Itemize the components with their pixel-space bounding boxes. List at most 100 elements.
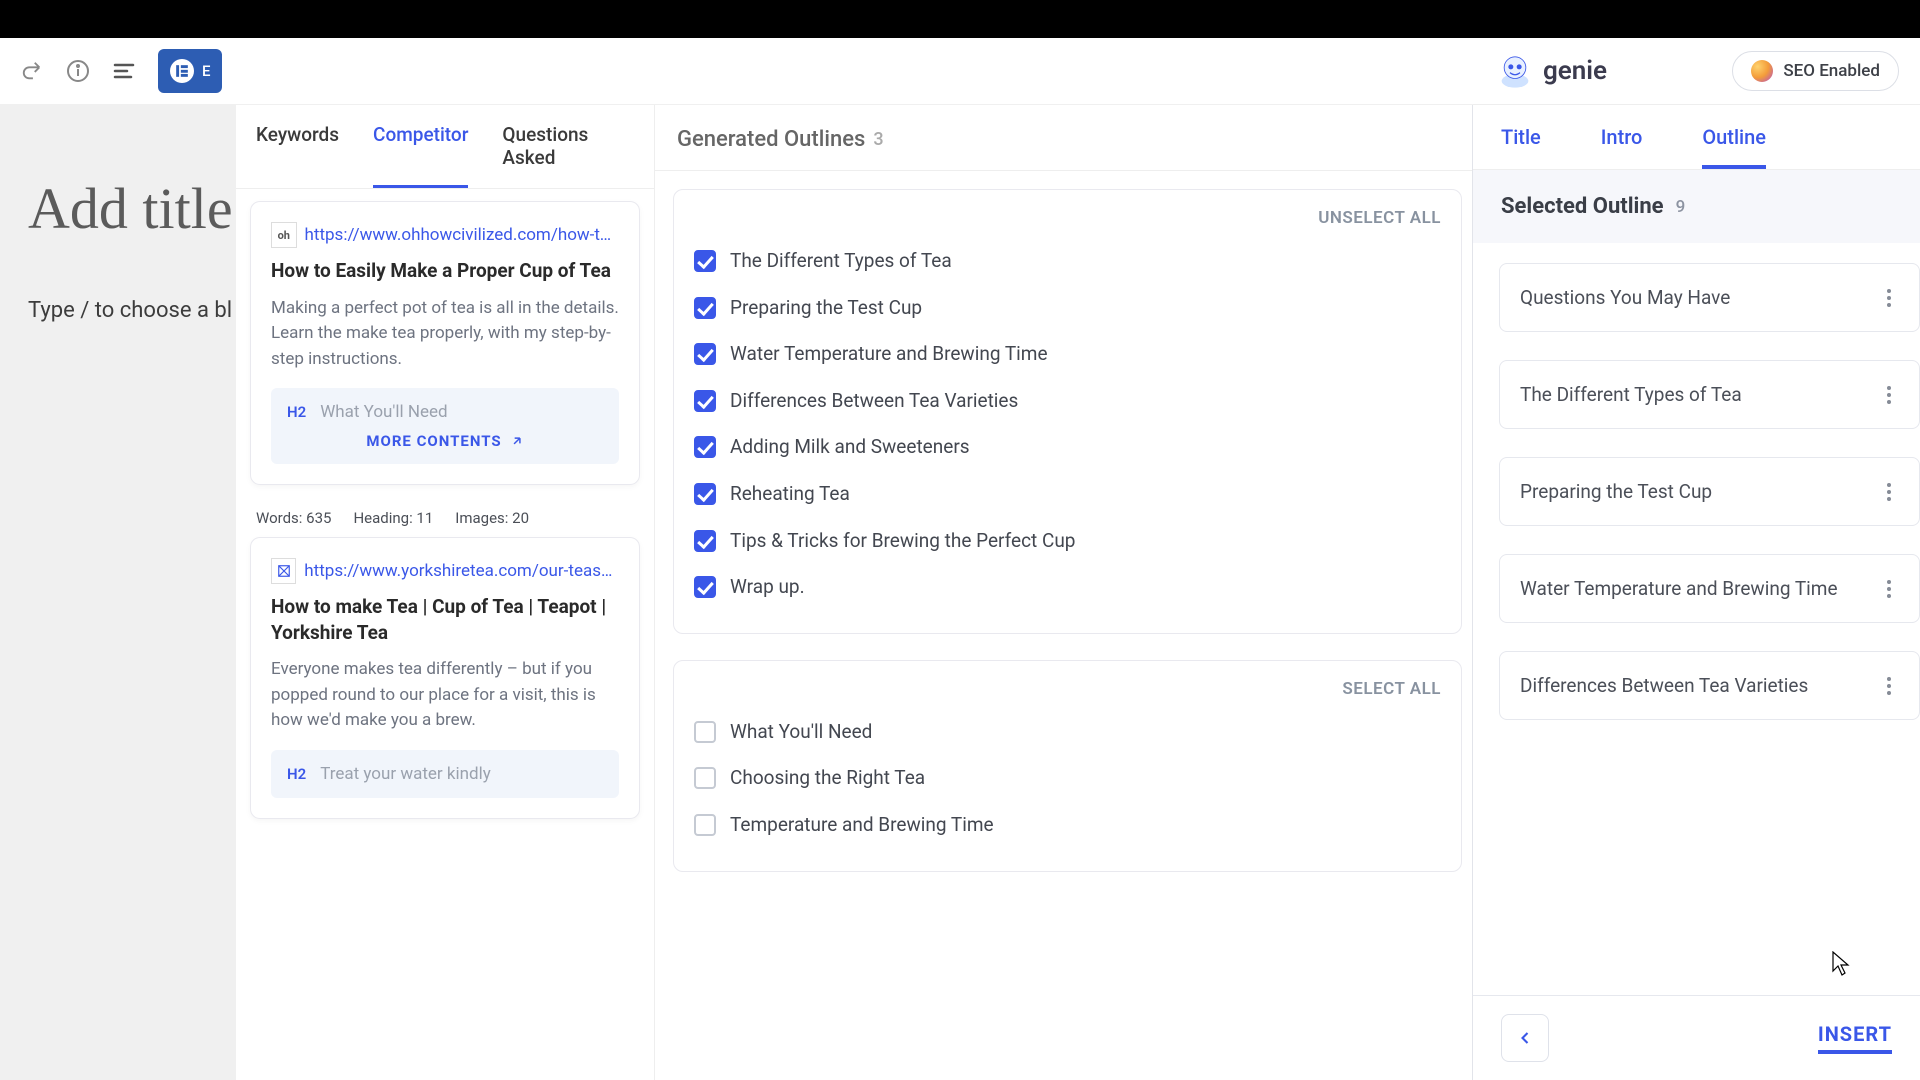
tab-questions-asked[interactable]: Questions Asked [502,123,634,188]
redo-icon[interactable] [20,59,44,83]
stat-images: Images: 20 [455,509,529,527]
selected-item[interactable]: Differences Between Tea Varieties [1499,651,1920,720]
outline-item[interactable]: Choosing the Right Tea [694,755,1441,802]
outline-item[interactable]: The Different Types of Tea [694,238,1441,285]
arrow-up-right-icon [510,434,524,448]
tab-keywords[interactable]: Keywords [256,123,339,188]
heading-tag: H2 [287,765,306,783]
checkbox-icon[interactable] [694,767,716,789]
outline-item[interactable]: Reheating Tea [694,471,1441,518]
selected-item-label: The Different Types of Tea [1520,383,1742,406]
kebab-icon[interactable] [1879,483,1899,501]
outline-item[interactable]: Tips & Tricks for Brewing the Perfect Cu… [694,518,1441,565]
editor-background: Add title Type / to choose a bl [0,105,236,1080]
outline-label: Adding Milk and Sweeteners [730,434,970,461]
outline-label: What You'll Need [730,719,872,746]
checkbox-icon[interactable] [694,530,716,552]
checkbox-icon[interactable] [694,343,716,365]
insert-button[interactable]: INSERT [1818,1022,1892,1054]
select-all-button[interactable]: SELECT ALL [694,679,1441,699]
outline-item[interactable]: Preparing the Test Cup [694,285,1441,332]
checkbox-icon[interactable] [694,814,716,836]
selected-outline-count: 9 [1676,197,1686,217]
outline-label: Choosing the Right Tea [730,765,925,792]
brand-name: genie [1543,56,1607,86]
kebab-icon[interactable] [1879,677,1899,695]
checkbox-icon[interactable] [694,297,716,319]
competitor-heading-preview: H2 What You'll Need MORE CONTENTS [271,388,619,464]
outline-label: Temperature and Brewing Time [730,812,994,839]
kebab-icon[interactable] [1879,289,1899,307]
competitor-url[interactable]: https://www.yorkshiretea.com/our-teas/h… [304,561,619,581]
checkbox-icon[interactable] [694,250,716,272]
selected-outline-list: Questions You May Have The Different Typ… [1473,243,1920,995]
competitor-title: How to Easily Make a Proper Cup of Tea [271,258,619,284]
selected-item[interactable]: Water Temperature and Brewing Time [1499,554,1920,623]
selected-item[interactable]: Questions You May Have [1499,263,1920,332]
competitor-url[interactable]: https://www.ohhowcivilized.com/how-to-… [305,225,619,245]
checkbox-icon[interactable] [694,483,716,505]
info-icon[interactable] [66,59,90,83]
kebab-icon[interactable] [1879,386,1899,404]
selected-outline-title: Selected Outline [1501,194,1664,219]
competitor-card: oh https://www.ohhowcivilized.com/how-to… [250,201,640,485]
outline-toggle-icon[interactable] [112,59,136,83]
checkbox-icon[interactable] [694,390,716,412]
checkbox-icon[interactable] [694,436,716,458]
tab-outline[interactable]: Outline [1702,125,1766,169]
selected-item-label: Differences Between Tea Varieties [1520,674,1808,697]
outline-item[interactable]: Wrap up. [694,564,1441,611]
selected-outline-column: genie SEO Enabled Title Intro Outline Se… [1472,105,1920,1080]
more-contents-button[interactable]: MORE CONTENTS [287,432,603,450]
elementor-icon [170,59,194,83]
tab-title[interactable]: Title [1501,125,1541,169]
selected-item[interactable]: Preparing the Test Cup [1499,457,1920,526]
elementor-button[interactable]: E [158,49,222,93]
generated-outlines-header: Generated Outlines 3 [655,105,1472,171]
selected-outline-header: Selected Outline 9 [1473,170,1920,243]
heading-tag: H2 [287,403,306,421]
kebab-icon[interactable] [1879,580,1899,598]
outline-item[interactable]: Water Temperature and Brewing Time [694,331,1441,378]
generated-outlines-column: Generated Outlines 3 UNSELECT ALL The Di… [654,105,1472,1080]
competitor-stats: Words: 635 Heading: 11 Images: 20 [250,505,640,537]
outline-block: UNSELECT ALL The Different Types of Tea … [673,189,1462,634]
outline-label: Preparing the Test Cup [730,295,922,322]
block-placeholder[interactable]: Type / to choose a bl [28,298,216,323]
competitor-card: https://www.yorkshiretea.com/our-teas/h…… [250,537,640,819]
favicon-icon: oh [271,222,297,248]
brand-header: genie SEO Enabled [1473,38,1920,105]
right-tabs: Title Intro Outline [1473,105,1920,170]
left-tabs: Keywords Competitor Questions Asked [236,105,654,189]
outline-item[interactable]: Temperature and Brewing Time [694,802,1441,849]
title-placeholder[interactable]: Add title [28,175,216,242]
outline-label: Reheating Tea [730,481,850,508]
tab-intro[interactable]: Intro [1601,125,1643,169]
right-footer: INSERT [1473,995,1920,1080]
selected-item[interactable]: The Different Types of Tea [1499,360,1920,429]
selected-item-label: Water Temperature and Brewing Time [1520,577,1838,600]
outline-item[interactable]: Adding Milk and Sweeteners [694,424,1441,471]
checkbox-icon[interactable] [694,576,716,598]
unselect-all-button[interactable]: UNSELECT ALL [694,208,1441,228]
checkbox-icon[interactable] [694,721,716,743]
outline-item[interactable]: Differences Between Tea Varieties [694,378,1441,425]
seo-enabled-pill[interactable]: SEO Enabled [1732,51,1899,91]
tab-competitor[interactable]: Competitor [373,123,468,188]
elementor-label: E [202,62,210,80]
outline-label: The Different Types of Tea [730,248,952,275]
more-contents-label: MORE CONTENTS [366,432,501,450]
generated-outlines-title: Generated Outlines [677,127,865,152]
back-button[interactable] [1501,1014,1549,1062]
outline-item[interactable]: What You'll Need [694,709,1441,756]
heading-text: Treat your water kindly [320,764,491,784]
heading-text: What You'll Need [320,402,447,422]
stat-words: Words: 635 [256,509,331,527]
seo-enabled-label: SEO Enabled [1783,61,1880,81]
favicon-icon [271,558,296,584]
outline-label: Tips & Tricks for Brewing the Perfect Cu… [730,528,1075,555]
outline-label: Wrap up. [730,574,805,601]
competitor-description: Making a perfect pot of tea is all in th… [271,296,619,373]
stat-heading: Heading: 11 [353,509,433,527]
seo-status-icon [1751,60,1773,82]
